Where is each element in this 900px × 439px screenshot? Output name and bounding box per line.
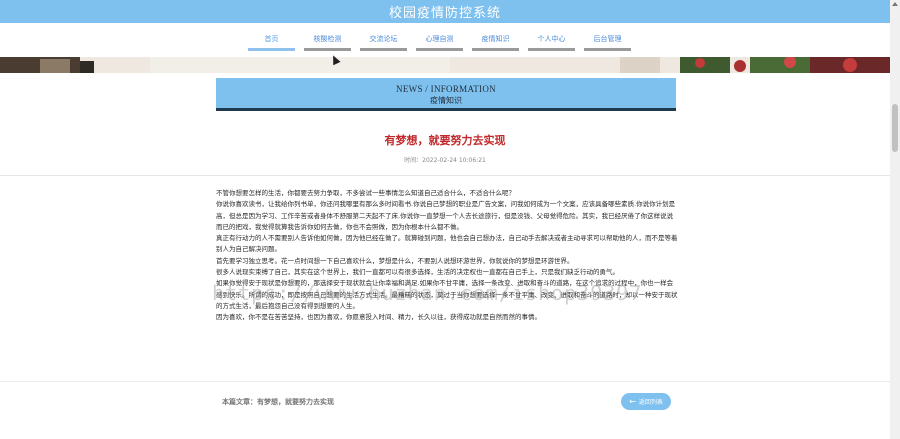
banner-image	[0, 57, 890, 73]
article-title: 有梦想，就要努力去实现	[384, 134, 506, 147]
footer-divider	[0, 381, 890, 382]
nav-item-forum[interactable]: 交流论坛	[360, 33, 407, 51]
article-paragraph: 首先要学习独立思考。花一点时间想一下自己喜欢什么，梦想是什么，不要别人说想环游世…	[216, 256, 574, 265]
back-to-list-label: 返回列表	[638, 399, 663, 406]
back-to-list-button[interactable]: ← 返回列表	[621, 393, 671, 410]
nav-item-psych-test[interactable]: 心理自测	[416, 33, 463, 51]
arrow-left-icon: ←	[629, 396, 636, 406]
top-header: 校园疫情防控系统	[0, 0, 890, 23]
scroll-thumb[interactable]	[892, 104, 898, 152]
article-footer: 本篇文章：有梦想，就要努力去实现 ← 返回列表	[216, 393, 676, 411]
nav-banner: 首页 核酸检测 交流论坛 心理自测 疫情知识 个人中心 后台管理	[0, 23, 890, 73]
news-header-en: NEWS / INFORMATION	[396, 84, 496, 94]
scroll-up-icon[interactable]	[892, 2, 898, 6]
watermark: https://www.huzhan.com/ishop39397	[212, 281, 643, 305]
news-header-cn: 疫情知识	[430, 96, 462, 105]
site-title: 校园疫情防控系统	[388, 6, 501, 21]
article-paragraph: 因为喜欢，你不是在苦苦坚持，也因为喜欢，你愿意投入时间、精力，长久以往，获得成功…	[216, 313, 541, 322]
nav-item-admin[interactable]: 后台管理	[584, 33, 631, 51]
nav-item-home[interactable]: 首页	[248, 33, 295, 51]
article-paragraph: 很多人说现实束缚了自己，其实在这个世界上，我们一直都可以有很多选择，生活的决定权…	[216, 268, 619, 277]
main-nav: 首页 核酸检测 交流论坛 心理自测 疫情知识 个人中心 后台管理	[248, 33, 631, 51]
article-time: 时间：2022-02-24 10:06:21	[404, 157, 486, 164]
article-paragraph: 你说你喜欢读书，让我给你列书单，你还问我哪里有那么多时间看书.你说自己梦想的职业…	[216, 200, 676, 231]
divider	[0, 175, 890, 176]
scrollbar[interactable]	[890, 0, 900, 439]
this-article-label: 本篇文章：有梦想，就要努力去实现	[222, 398, 334, 406]
news-header-box: NEWS / INFORMATION 疫情知识	[216, 78, 676, 111]
article-paragraph: 不管你想要怎样的生活，你都要去努力争取，不多尝试一些事情怎么知道自己适合什么，不…	[216, 189, 515, 197]
nav-item-epidemic-knowledge[interactable]: 疫情知识	[472, 33, 519, 51]
article-paragraph: 真正有行动力的人不需要别人告诉他如何做，因为他已经在做了。就算碰到问题，他也会自…	[216, 234, 678, 254]
nav-item-personal-center[interactable]: 个人中心	[528, 33, 575, 51]
nav-item-nucleic-test[interactable]: 核酸检测	[304, 33, 351, 51]
